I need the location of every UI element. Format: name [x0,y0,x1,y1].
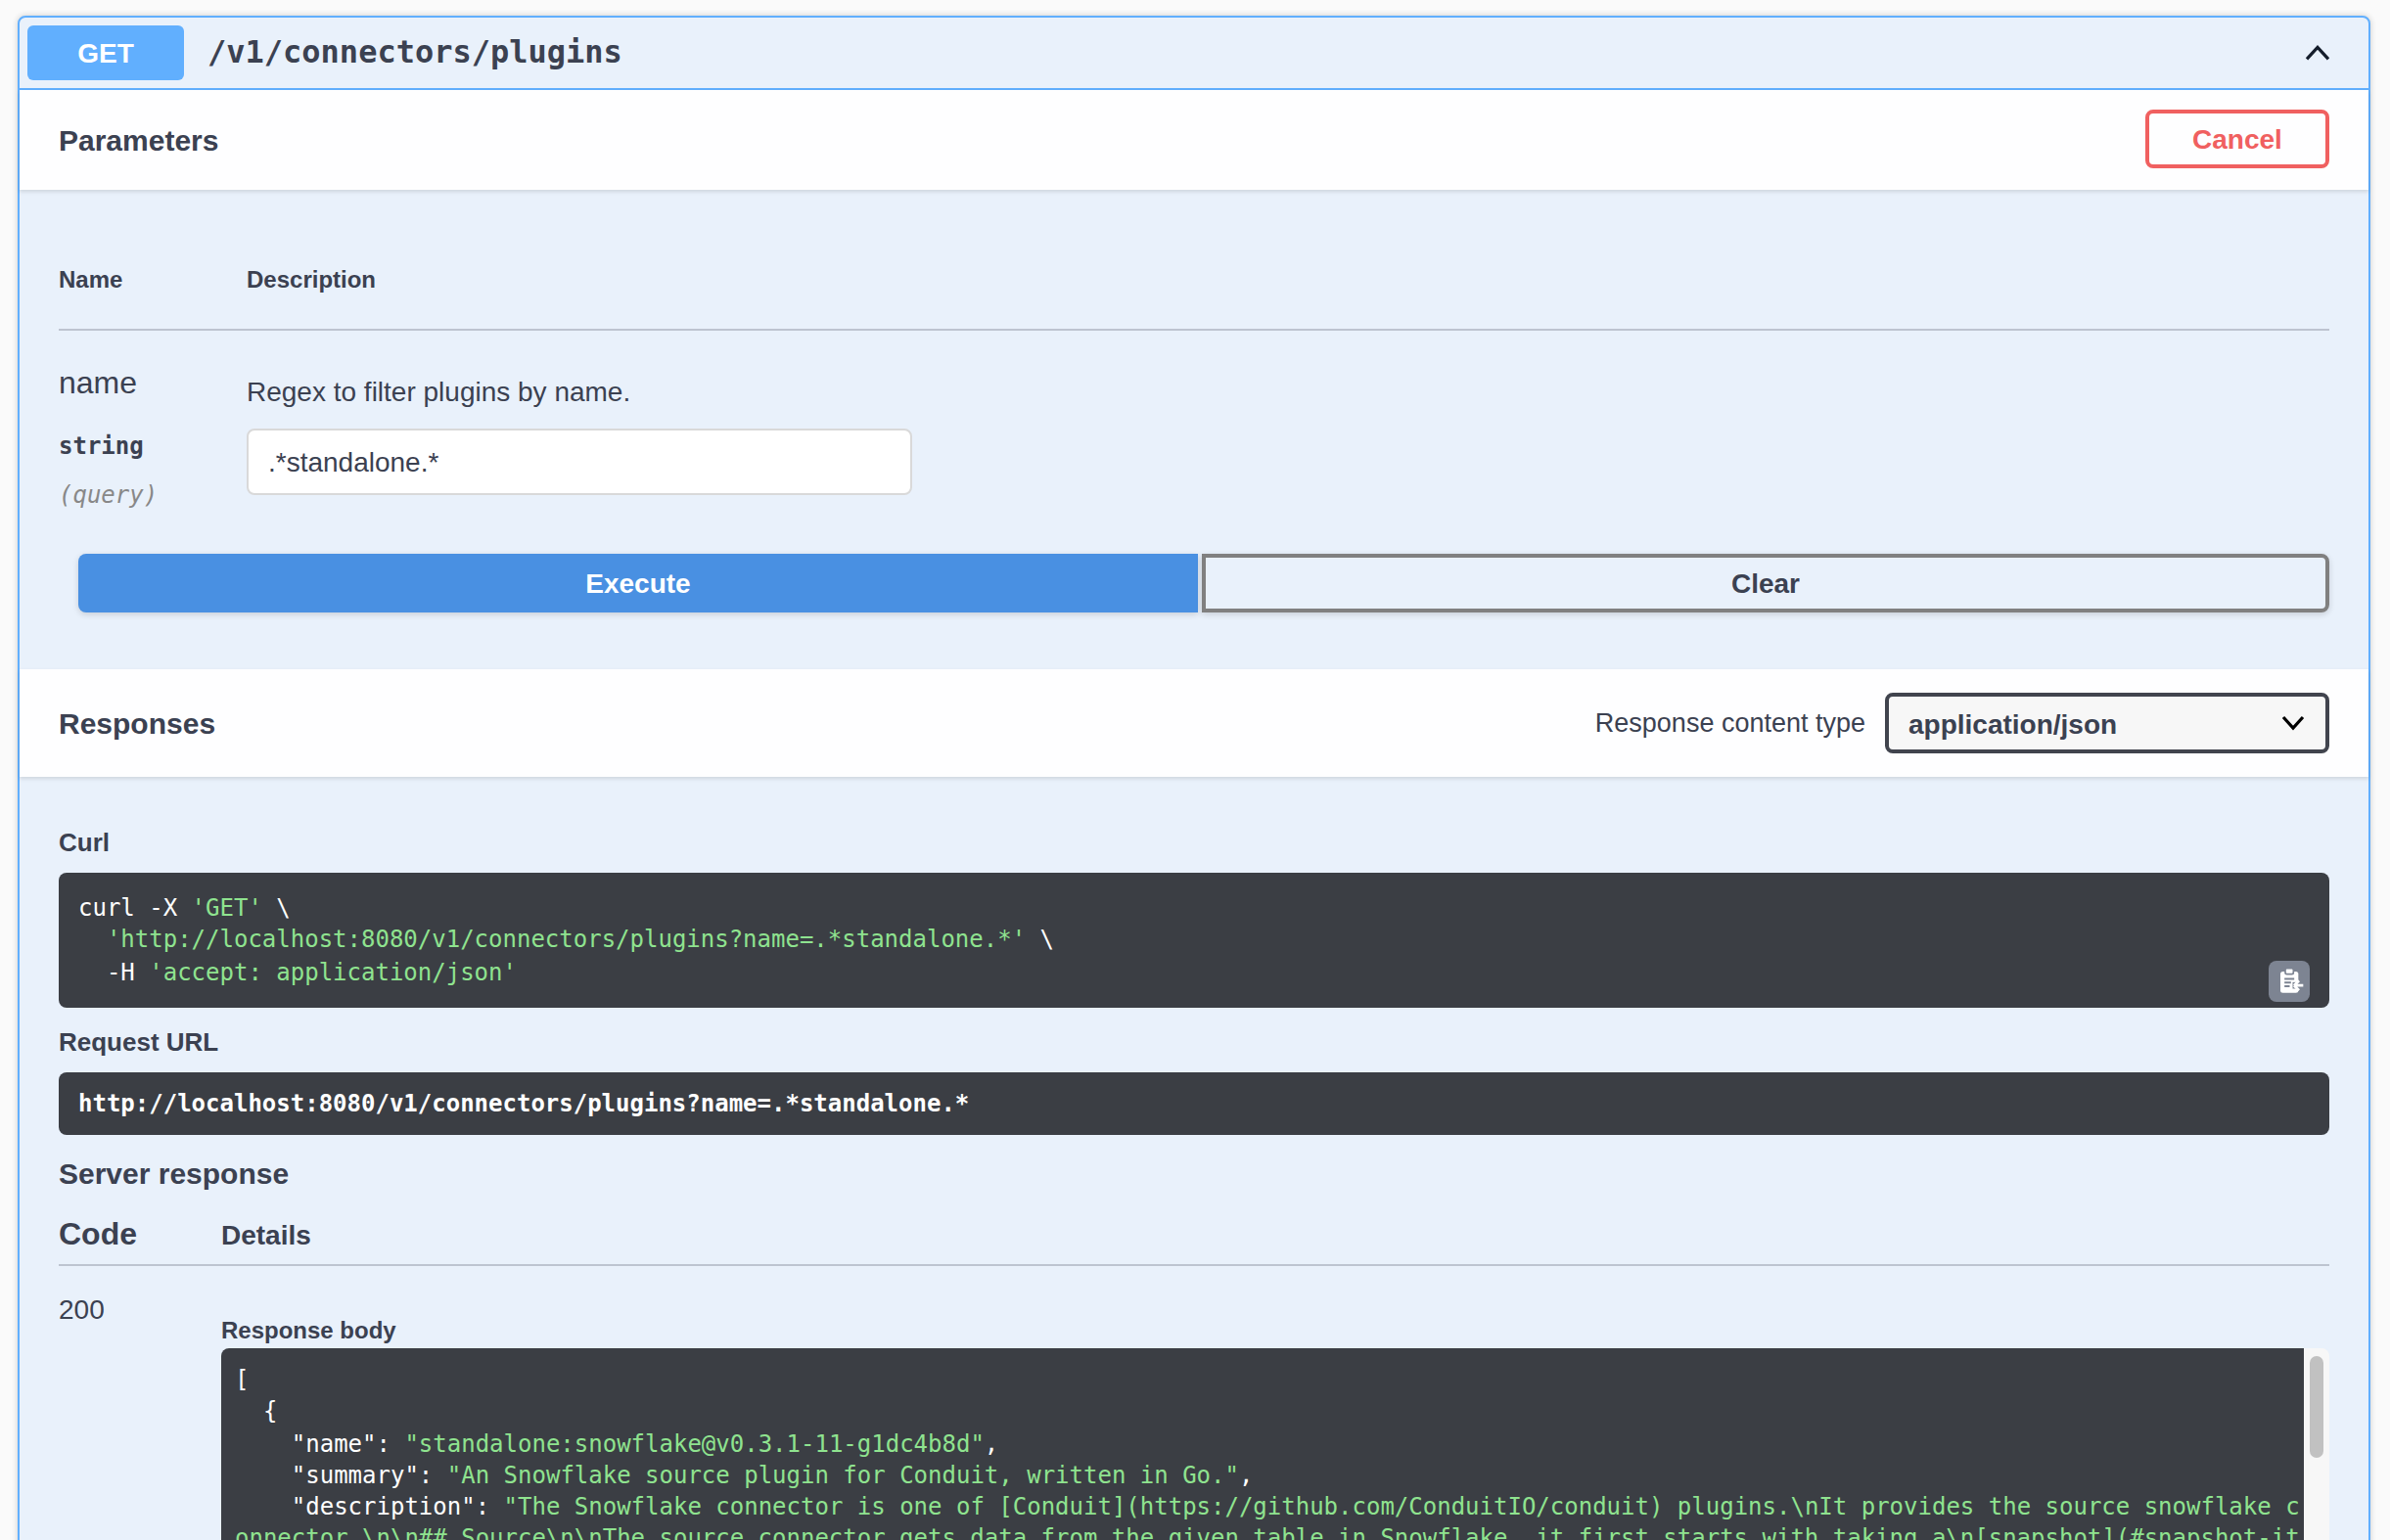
parameters-header: Parameters Cancel [20,89,2368,189]
responses-title: Responses [59,706,215,740]
responses-header: Responses Response content type applicat… [20,669,2368,777]
response-body-block: [ { "name": "standalone:snowflake@v0.3.1… [221,1348,2329,1540]
request-url: http://localhost:8080/v1/connectors/plug… [78,1088,2310,1120]
response-body-code-area: [ { "name": "standalone:snowflake@v0.3.1… [221,1348,2303,1540]
execute-row: Execute Clear [78,554,2329,612]
cancel-button[interactable]: Cancel [2145,110,2329,168]
details-column-header: Details [221,1218,311,1249]
parameters-table-head: Name Description [59,228,2329,330]
name-column-header: Name [59,265,247,293]
operation-path: /v1/connectors/plugins [207,33,622,70]
server-response-label: Server response [59,1155,2329,1191]
method-badge: GET [27,24,184,79]
parameter-row: name string (query) Regex to filter plug… [59,330,2329,508]
parameter-location: (query) [59,480,247,508]
response-content-type-label: Response content type [1595,708,1865,738]
responses-body: Curl curl -X 'GET' \ 'http://localhost:8… [20,777,2368,1540]
curl-command-block: curl -X 'GET' \ 'http://localhost:8080/v… [59,873,2329,1008]
clear-button[interactable]: Clear [1202,554,2329,612]
execute-button[interactable]: Execute [78,554,1198,612]
chevron-down-icon [2280,714,2306,732]
parameter-name-cell: name string (query) [59,363,247,508]
scrollbar-thumb[interactable] [2309,1356,2323,1458]
code-column-header: Code [59,1216,221,1251]
responses-table-head: Code Details [59,1216,2329,1265]
response-body-scrollbar[interactable] [2303,1348,2329,1540]
operation-summary[interactable]: GET /v1/connectors/plugins [20,17,2368,89]
parameters-table: Name Description name string (query) Reg… [20,189,2368,669]
parameter-value-input[interactable] [247,428,912,494]
copy-to-clipboard-button[interactable] [2269,961,2310,1002]
response-content-type-value: application/json [1908,707,2117,739]
clipboard-icon [2275,967,2303,996]
parameter-description-cell: Regex to filter plugins by name. [247,363,912,508]
description-column-header: Description [247,265,376,293]
curl-command: curl -X 'GET' \ 'http://localhost:8080/v… [78,892,2310,988]
response-body: [ { "name": "standalone:snowflake@v0.3.1… [221,1348,2303,1540]
collapse-button[interactable] [2294,28,2341,75]
parameter-name: name [59,363,247,402]
response-content-type-group: Response content type application/json [1595,693,2329,753]
request-url-block: http://localhost:8080/v1/connectors/plug… [59,1072,2329,1136]
curl-label: Curl [59,828,2329,857]
parameter-description: Regex to filter plugins by name. [247,373,912,410]
opblock-get: GET /v1/connectors/plugins Parameters Ca… [18,15,2370,1540]
swagger-operation-page: GET /v1/connectors/plugins Parameters Ca… [0,0,2390,1540]
response-body-label: Response body [221,1317,2329,1344]
parameters-title: Parameters [59,122,218,156]
response-row: 200 Response body [ { "name": "standalon… [59,1265,2329,1540]
response-code: 200 [59,1293,221,1540]
request-url-label: Request URL [59,1027,2329,1057]
response-content-type-select[interactable]: application/json [1885,693,2329,753]
parameter-type: string [59,431,247,459]
response-details-cell: Response body [ { "name": "standalone:sn… [221,1293,2329,1540]
chevron-up-icon [2298,32,2337,71]
